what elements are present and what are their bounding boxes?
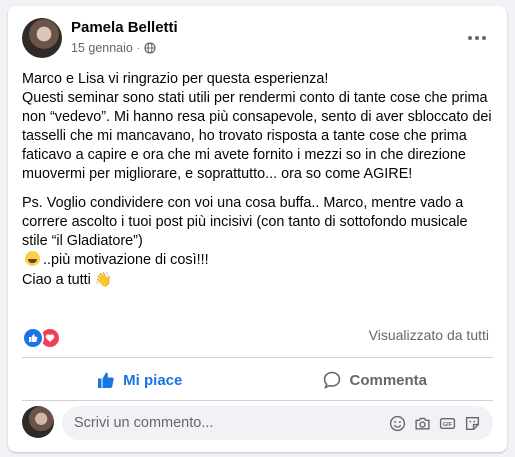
thumbs-up-icon (98, 372, 114, 388)
post-actions: Mi piace Commenta (22, 360, 493, 400)
like-button[interactable]: Mi piace (22, 360, 258, 400)
user-avatar[interactable] (22, 406, 54, 438)
author-avatar[interactable] (22, 18, 62, 58)
dot-icon (475, 36, 479, 40)
composer-icons: GIF (389, 415, 481, 432)
waving-hand-icon: 👋 (94, 271, 113, 287)
gif-icon[interactable]: GIF (439, 415, 456, 432)
globe-icon[interactable] (144, 42, 156, 54)
seen-by-label[interactable]: Visualizzato da tutti (369, 327, 489, 343)
divider (22, 400, 493, 401)
post-meta: 15 gennaio · (71, 41, 156, 55)
post-card: Pamela Belletti 15 gennaio · Marco e Lis… (8, 6, 507, 452)
laughing-emoji-icon (25, 251, 40, 266)
post-closing: Ciao a tutti 👋 (22, 270, 497, 290)
author-name[interactable]: Pamela Belletti (71, 19, 178, 36)
comment-input[interactable]: Scrivi un commento... GIF (62, 406, 493, 440)
comment-button[interactable]: Commenta (258, 360, 494, 400)
dot-icon (468, 36, 472, 40)
svg-text:GIF: GIF (443, 421, 453, 427)
post-line-body: Questi seminar sono stati utili per rend… (22, 90, 492, 182)
post-line-greeting: Marco e Lisa vi ringrazio per questa esp… (22, 71, 329, 87)
sticker-icon[interactable] (464, 415, 481, 432)
more-options-button[interactable] (463, 24, 491, 52)
meta-separator: · (136, 42, 141, 54)
like-label: Mi piace (123, 371, 183, 389)
like-reaction-icon (22, 327, 44, 349)
comment-bubble-icon (324, 371, 341, 389)
post-header: Pamela Belletti 15 gennaio · (22, 16, 497, 60)
post-text: Marco e Lisa vi ringrazio per questa esp… (22, 70, 497, 290)
post-ps: Ps. Voglio condividere con voi una cosa … (22, 195, 468, 249)
post-date[interactable]: 15 gennaio (71, 41, 133, 55)
dot-icon (482, 36, 486, 40)
comment-composer: Scrivi un commento... GIF (22, 406, 493, 442)
post-ps-tail-text: ..più motivazione di così!!! (43, 252, 209, 268)
closing-text: Ciao a tutti (22, 272, 91, 288)
divider (22, 357, 493, 358)
reaction-summary[interactable] (22, 327, 61, 349)
emoji-icon[interactable] (389, 415, 406, 432)
post-ps-tail: ..più motivazione di così!!! (22, 251, 497, 270)
camera-icon[interactable] (414, 415, 431, 432)
comment-label: Commenta (349, 371, 427, 389)
comment-placeholder: Scrivi un commento... (74, 415, 214, 431)
